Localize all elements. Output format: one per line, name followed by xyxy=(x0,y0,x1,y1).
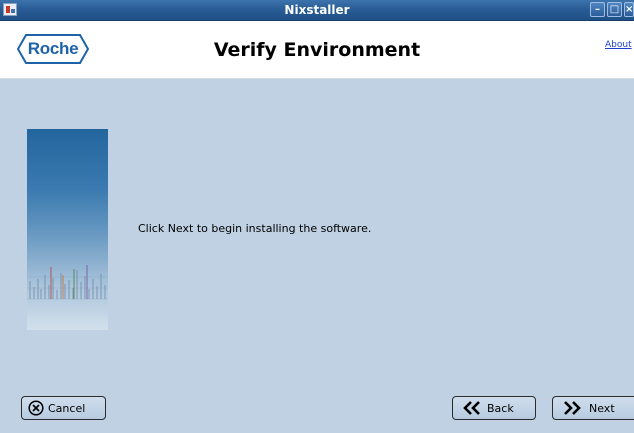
window-title: Nixstaller xyxy=(284,3,350,17)
back-button-label: Back xyxy=(487,401,514,415)
cancel-button[interactable]: Cancel xyxy=(21,396,106,420)
about-link[interactable]: About xyxy=(605,40,632,50)
maximize-icon[interactable]: □ xyxy=(607,2,622,17)
close-icon[interactable]: × xyxy=(624,2,634,17)
main-content: Click Next to begin installing the softw… xyxy=(0,79,634,433)
next-button-label: Next xyxy=(589,401,615,415)
window-controls: – □ × xyxy=(588,2,634,18)
back-button[interactable]: Back xyxy=(452,396,536,420)
x-circle-icon xyxy=(28,400,44,416)
minimize-icon[interactable]: – xyxy=(590,2,605,17)
installer-header: Roche Verify Environment About xyxy=(0,21,634,79)
double-chevron-left-icon xyxy=(463,401,480,415)
cancel-button-label: Cancel xyxy=(48,401,86,415)
instruction-text: Click Next to begin installing the softw… xyxy=(138,222,372,235)
chromatogram-icon xyxy=(27,265,108,300)
window-titlebar[interactable]: Nixstaller – □ × xyxy=(0,0,634,21)
double-chevron-right-icon xyxy=(564,401,581,415)
side-banner-image xyxy=(27,129,108,330)
next-button[interactable]: Next xyxy=(552,396,634,420)
page-title: Verify Environment xyxy=(213,39,421,61)
